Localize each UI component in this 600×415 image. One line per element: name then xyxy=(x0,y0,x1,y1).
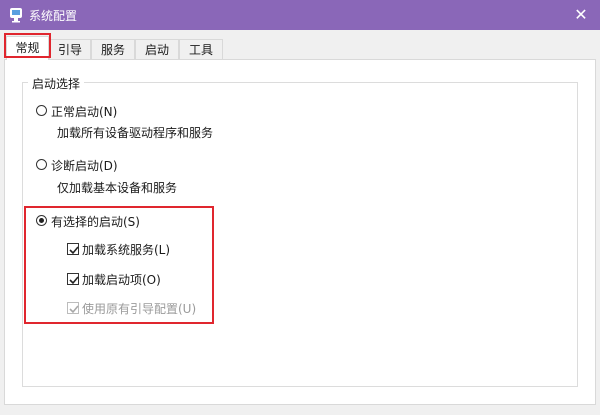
tab-label: 启动 xyxy=(144,43,169,57)
tab-services[interactable]: 服务 xyxy=(91,39,135,59)
normal-startup-description: 加载所有设备驱动程序和服务 xyxy=(57,126,214,140)
tab-boot[interactable]: 引导 xyxy=(49,39,91,59)
tab-label: 服务 xyxy=(100,43,125,57)
tab-startup[interactable]: 启动 xyxy=(135,39,179,59)
close-icon: ✕ xyxy=(574,5,588,24)
diagnostic-startup-radio[interactable] xyxy=(36,159,47,170)
selective-startup-highlight xyxy=(24,206,214,324)
normal-startup-radio[interactable] xyxy=(36,105,47,116)
tab-label: 工具 xyxy=(188,43,213,57)
window-title: 系统配置 xyxy=(29,9,78,23)
title-bar: 系统配置 ✕ xyxy=(0,0,600,30)
diagnostic-startup-label[interactable]: 诊断启动(D) xyxy=(51,157,118,174)
tab-label: 引导 xyxy=(57,43,82,57)
diagnostic-startup-description: 仅加载基本设备和服务 xyxy=(57,181,178,195)
close-button[interactable]: ✕ xyxy=(566,0,596,30)
group-title: 启动选择 xyxy=(28,75,85,92)
system-config-icon xyxy=(10,8,22,23)
active-tab-highlight xyxy=(4,33,51,58)
tab-tools[interactable]: 工具 xyxy=(179,39,223,59)
normal-startup-label[interactable]: 正常启动(N) xyxy=(51,103,117,120)
